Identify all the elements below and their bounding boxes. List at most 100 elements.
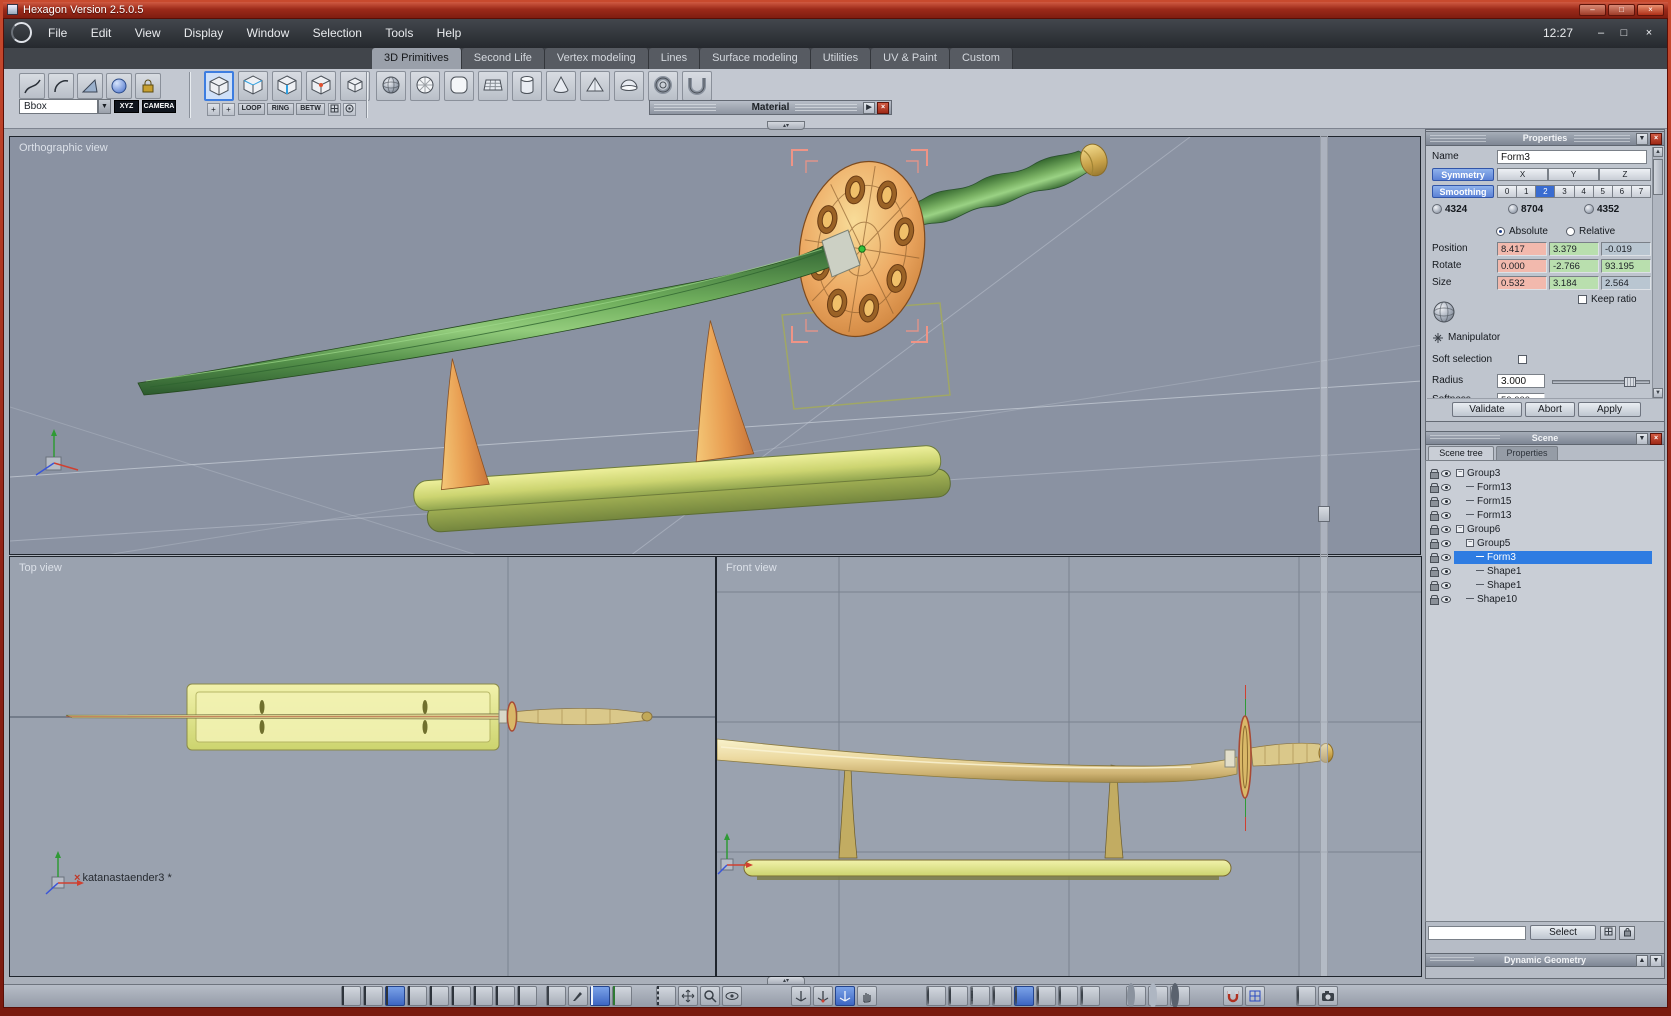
tree-row-form3-selected[interactable]: Form3	[1426, 551, 1664, 564]
viewport-scroll-strip[interactable]	[1320, 136, 1328, 976]
window-close-button[interactable]: ×	[1637, 4, 1664, 16]
lock-icon[interactable]	[1430, 567, 1439, 577]
rotate-z-field[interactable]: 93.195	[1601, 259, 1651, 273]
add-point-button[interactable]: +	[207, 103, 220, 116]
cone-primitive-tool[interactable]	[546, 71, 576, 101]
subdiv-smooth-icon[interactable]	[1148, 983, 1168, 1007]
eye-icon[interactable]	[1441, 498, 1451, 505]
smoothing-level-6[interactable]: 6	[1612, 185, 1632, 198]
apply-button[interactable]: Apply	[1578, 402, 1641, 417]
eye-icon[interactable]	[1441, 540, 1451, 547]
position-z-field[interactable]: -0.019	[1601, 242, 1651, 256]
lock-icon[interactable]	[1430, 581, 1439, 591]
axis-object-icon[interactable]	[813, 986, 833, 1006]
radius-slider-thumb[interactable]	[1624, 377, 1636, 387]
shading-smooth-icon[interactable]	[1014, 986, 1034, 1006]
target-selection-button[interactable]	[343, 103, 356, 116]
tree-row-form15[interactable]: Form15	[1426, 495, 1664, 508]
scene-collapse-button[interactable]: ▼	[1636, 433, 1648, 445]
sphere-select-tool[interactable]	[106, 73, 132, 99]
layout-split-l-icon[interactable]	[495, 986, 515, 1006]
properties-panel-header[interactable]: Properties ▼ ×	[1426, 132, 1664, 146]
scroll-thumb[interactable]	[1653, 159, 1663, 195]
bbox-dropdown-arrow[interactable]: ▼	[98, 99, 111, 114]
scroll-up-arrow[interactable]: ▲	[1653, 147, 1663, 157]
tree-row-group6[interactable]: − Group6	[1426, 523, 1664, 536]
name-input[interactable]	[1497, 150, 1647, 164]
cube-primitive-tool[interactable]	[204, 71, 234, 101]
soft-selection-checkbox[interactable]	[1518, 355, 1527, 364]
menu-display[interactable]: Display	[174, 19, 233, 48]
keep-ratio-checkbox[interactable]	[1578, 295, 1587, 304]
dynamic-geometry-header[interactable]: Dynamic Geometry ▲ ▼	[1425, 953, 1665, 967]
dynamic-geometry-down-button[interactable]: ▼	[1650, 955, 1662, 967]
cube-edge-tool[interactable]	[272, 71, 302, 101]
smoothing-button[interactable]: Smoothing	[1432, 185, 1494, 198]
tube-primitive-tool[interactable]	[682, 71, 712, 101]
layout-quad-icon[interactable]	[385, 986, 405, 1006]
lock-tool[interactable]	[135, 73, 161, 99]
subdiv-preview-icon[interactable]	[1126, 983, 1146, 1007]
symmetry-y-button[interactable]: Y	[1548, 168, 1599, 181]
smoothing-level-2[interactable]: 2	[1536, 185, 1556, 198]
katana-tsuba-top[interactable]	[506, 701, 518, 732]
tree-row-shape10[interactable]: Shape10	[1426, 593, 1664, 606]
layout-split-vv-icon[interactable]	[517, 986, 537, 1006]
tab-vertex-modeling[interactable]: Vertex modeling	[544, 48, 649, 69]
relative-radio[interactable]	[1566, 227, 1575, 236]
menu-edit[interactable]: Edit	[81, 19, 122, 48]
zoom-icon[interactable]	[700, 986, 720, 1006]
material-close-button[interactable]: ×	[877, 102, 889, 114]
paint-brush-icon[interactable]	[568, 986, 588, 1006]
surface-tool[interactable]	[77, 73, 103, 99]
shading-hidden-line-icon[interactable]	[992, 986, 1012, 1006]
tree-row-form13b[interactable]: Form13	[1426, 509, 1664, 522]
scene-filter-input[interactable]	[1428, 926, 1526, 940]
layout-single-icon[interactable]	[341, 986, 361, 1006]
expander-icon[interactable]: −	[1456, 468, 1464, 477]
tree-row-shape1b[interactable]: Shape1	[1426, 579, 1664, 592]
pan-icon[interactable]	[678, 986, 698, 1006]
app-maximize-button[interactable]: □	[1614, 25, 1634, 42]
position-x-field[interactable]: 8.417	[1497, 242, 1547, 256]
xyz-toggle-button[interactable]: XYZ	[114, 100, 139, 113]
green-grid-icon[interactable]	[612, 986, 632, 1006]
shading-material-icon[interactable]	[1080, 986, 1100, 1006]
grow-selection-button[interactable]	[328, 103, 341, 116]
scroll-down-arrow[interactable]: ▼	[1653, 388, 1663, 398]
shading-wireframe-dense-icon[interactable]	[948, 986, 968, 1006]
tree-row-group5[interactable]: − Group5	[1426, 537, 1664, 550]
smoothing-level-3[interactable]: 3	[1555, 185, 1575, 198]
hand-tool-icon[interactable]	[857, 986, 877, 1006]
smoothing-level-1[interactable]: 1	[1517, 185, 1537, 198]
layout-quad-small-icon[interactable]	[363, 986, 383, 1006]
symmetry-x-button[interactable]: X	[1497, 168, 1548, 181]
cylinder-primitive-tool[interactable]	[512, 71, 542, 101]
shading-textured-icon[interactable]	[1058, 986, 1078, 1006]
eye-icon[interactable]	[1441, 554, 1451, 561]
camera-toggle-button[interactable]: CAMERA	[142, 100, 176, 113]
tab-uv-paint[interactable]: UV & Paint	[871, 48, 950, 69]
abort-button[interactable]: Abort	[1525, 402, 1575, 417]
cube-point-tool[interactable]	[306, 71, 336, 101]
orthographic-canvas[interactable]	[10, 137, 1421, 555]
ring-select-button[interactable]: RING	[267, 103, 294, 115]
layout-split-bh-icon[interactable]	[473, 986, 493, 1006]
tab-utilities[interactable]: Utilities	[810, 48, 872, 69]
render-sphere-icon[interactable]	[1296, 986, 1316, 1006]
app-close-button[interactable]: ×	[1639, 25, 1659, 42]
lock-icon[interactable]	[1430, 483, 1439, 493]
loop-select-button[interactable]: LOOP	[238, 103, 265, 115]
eye-icon[interactable]	[1441, 526, 1451, 533]
material-expand-button[interactable]: ▶	[863, 102, 875, 114]
size-z-field[interactable]: 2.564	[1601, 276, 1651, 290]
select-button[interactable]: Select	[1530, 925, 1596, 940]
tab-3d-primitives[interactable]: 3D Primitives	[372, 48, 462, 69]
properties-collapse-button[interactable]: ▼	[1636, 133, 1648, 145]
eye-icon[interactable]	[1441, 596, 1451, 603]
freehand-select-tool[interactable]	[19, 73, 45, 99]
symmetry-button[interactable]: Symmetry	[1432, 168, 1494, 181]
lock-icon[interactable]	[1430, 511, 1439, 521]
eye-icon[interactable]	[1441, 568, 1451, 575]
menu-view[interactable]: View	[125, 19, 171, 48]
